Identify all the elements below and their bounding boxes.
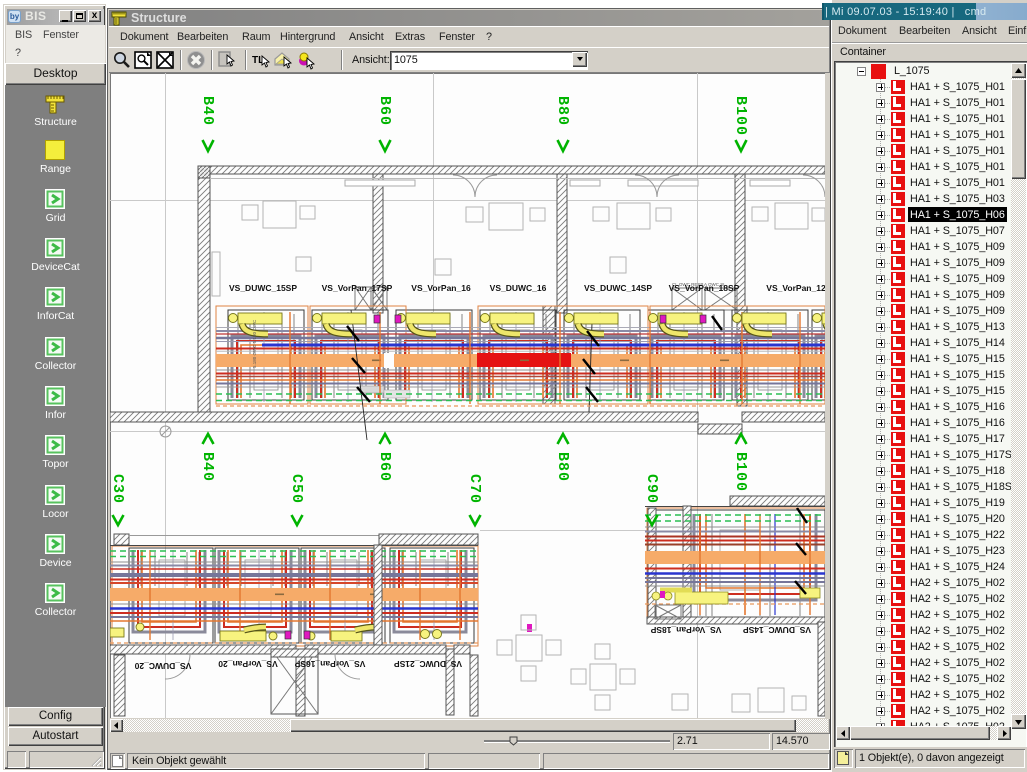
svg-text:VS_DUWC_14SP: VS_DUWC_14SP (584, 283, 652, 293)
svg-text:VS_VorPan_17SP: VS_VorPan_17SP (322, 283, 393, 293)
svg-text:VS_DUWC_14SP: VS_DUWC_14SP (743, 625, 811, 635)
svg-text:VS_DUWC_16: VS_DUWC_16 (490, 283, 547, 293)
svg-text:VS_DUWC_21SP: VS_DUWC_21SP (394, 659, 462, 669)
svg-text:VS_DUWC_15SP: VS_DUWC_15SP (229, 283, 297, 293)
svg-text:B40: B40 (199, 96, 216, 126)
svg-text:B80: B80 (554, 452, 571, 482)
svg-text:B60: B60 (376, 452, 393, 482)
svg-text:VS_VorPan_16: VS_VorPan_16 (411, 283, 471, 293)
svg-text:B60: B60 (376, 96, 393, 126)
svg-text:5.180 OWC 5.180 OWC: 5.180 OWC 5.180 OWC (252, 319, 257, 368)
svg-text:VS_VorPan_18SP: VS_VorPan_18SP (669, 283, 740, 293)
svg-text:VS_VorPan_18SP: VS_VorPan_18SP (650, 625, 721, 635)
svg-text:VS_DUWC_20: VS_DUWC_20 (134, 661, 191, 671)
svg-text:VS_VorPan_12: VS_VorPan_12 (766, 283, 825, 293)
svg-text:C30: C30 (110, 474, 126, 504)
svg-text:VS_VorPan_20: VS_VorPan_20 (218, 659, 278, 669)
svg-text:B100: B100 (732, 452, 749, 492)
svg-text:C90: C90 (643, 474, 660, 504)
svg-text:B40: B40 (199, 452, 216, 482)
svg-text:VS_VorPan_16SP: VS_VorPan_16SP (294, 659, 365, 669)
svg-text:C50: C50 (288, 474, 305, 504)
svg-text:B100: B100 (732, 96, 749, 136)
svg-text:B80: B80 (554, 96, 571, 126)
svg-text:C70: C70 (466, 474, 483, 504)
